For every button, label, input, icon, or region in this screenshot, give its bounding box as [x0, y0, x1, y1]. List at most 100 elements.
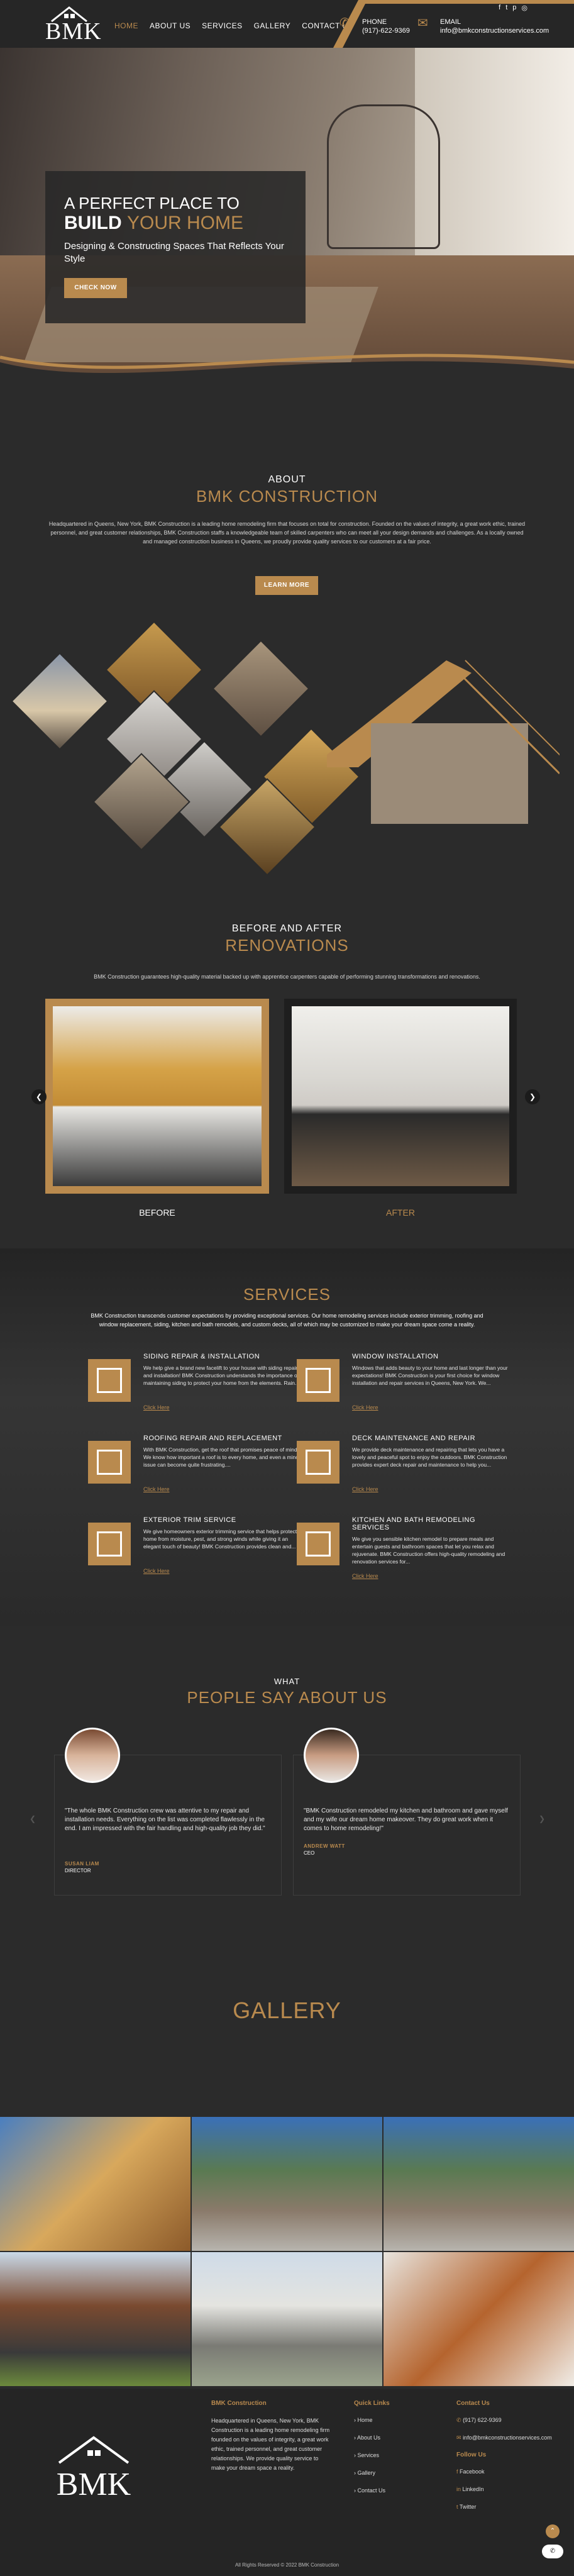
service-title: KITCHEN AND BATH REMODELING SERVICES: [352, 1516, 476, 1531]
footer-logo-text: BMK: [56, 2467, 131, 2502]
gallery-house-image[interactable]: [384, 2117, 574, 2251]
envelope-icon: ✉: [417, 16, 428, 30]
service-text: We give you sensible kitchen remodel to …: [352, 1536, 505, 1565]
hero-line1: A PERFECT PLACE TO: [64, 194, 240, 213]
ba-subtitle: BEFORE AND AFTER: [231, 923, 343, 934]
header-social: f t p ◎: [499, 4, 527, 12]
service-siding: SIDING REPAIR & INSTALLATION We help giv…: [88, 1353, 302, 1422]
testimonials-title: PEOPLE SAY ABOUT US: [187, 1688, 387, 1707]
window-icon: [297, 1359, 339, 1402]
nav-home[interactable]: HOME: [114, 21, 138, 30]
footer-phone[interactable]: ✆ (917) 622-9369: [456, 2416, 563, 2424]
hero-build: BUILD: [64, 213, 122, 233]
footer-linkedin[interactable]: in LinkedIn: [456, 2485, 563, 2493]
footer-email[interactable]: ✉ info@bmkconstructionservices.com: [456, 2434, 563, 2441]
testimonial-name: SUSAN LIAM: [65, 1861, 99, 1867]
house-roof-icon: [58, 2436, 130, 2464]
gallery-wood-samples-image[interactable]: [384, 2252, 574, 2386]
service-text: Windows that adds beauty to your home an…: [352, 1365, 508, 1386]
gallery-house-image[interactable]: [192, 2117, 382, 2251]
learn-more-button[interactable]: LEARN MORE: [255, 576, 318, 595]
gallery-title: GALLERY: [233, 1997, 341, 2023]
avatar: [304, 1728, 359, 1783]
gallery-section: GALLERY: [0, 1943, 574, 2389]
gallery-white-house-image[interactable]: [192, 2252, 382, 2386]
logo-text: BMK: [45, 18, 102, 45]
footer-contact-title: Contact Us: [456, 2400, 490, 2407]
service-link[interactable]: Click Here: [143, 1486, 170, 1492]
gallery-framing-image[interactable]: [0, 2117, 190, 2251]
testimonial-card: "The whole BMK Construction crew was att…: [54, 1728, 282, 1896]
footer-link-gallery[interactable]: › Gallery: [354, 2469, 429, 2477]
testimonial-name: ANDREW WATT: [304, 1843, 345, 1849]
after-slide: [284, 999, 517, 1194]
phone-number: (917)-622-9369: [362, 27, 410, 35]
collage-house-image: [11, 652, 109, 750]
chat-icon[interactable]: ✆: [542, 2545, 563, 2558]
footer-link-contact[interactable]: › Contact Us: [354, 2487, 429, 2494]
service-text: We provide deck maintenance and repairin…: [352, 1446, 507, 1468]
nav-about-us[interactable]: ABOUT US: [150, 21, 190, 30]
testimonial-next-icon[interactable]: ❯: [534, 1811, 549, 1826]
pinterest-icon[interactable]: p: [512, 4, 516, 12]
next-arrow-icon[interactable]: ❯: [525, 1089, 540, 1104]
service-window: WINDOW INSTALLATION Windows that adds be…: [297, 1353, 511, 1422]
trim-icon: [88, 1523, 131, 1565]
collage-house-frame: [327, 660, 560, 824]
service-title: WINDOW INSTALLATION: [352, 1353, 439, 1360]
before-label: BEFORE: [139, 1208, 175, 1218]
service-title: EXTERIOR TRIM SERVICE: [143, 1516, 236, 1524]
about-title: BMK CONSTRUCTION: [196, 487, 378, 506]
fence-icon: [297, 1523, 339, 1565]
services-intro: BMK Construction transcends customer exp…: [91, 1313, 483, 1328]
service-link[interactable]: Click Here: [143, 1404, 170, 1411]
testimonial-quote: "The whole BMK Construction crew was att…: [65, 1807, 265, 1832]
copyright: All Rights Reserved © 2022 BMK Construct…: [235, 2562, 339, 2568]
service-text: With BMK Construction, get the roof that…: [143, 1446, 301, 1468]
testimonial-prev-icon[interactable]: ❮: [25, 1811, 40, 1826]
service-link[interactable]: Click Here: [143, 1568, 170, 1574]
service-title: SIDING REPAIR & INSTALLATION: [143, 1353, 260, 1360]
nav-services[interactable]: SERVICES: [202, 21, 242, 30]
site-footer: BMK BMK Construction Headquartered in Qu…: [0, 2389, 574, 2576]
hero-line2: BUILD YOUR HOME: [64, 213, 243, 234]
service-link[interactable]: Click Here: [352, 1573, 378, 1579]
scroll-top-icon[interactable]: ⌃: [546, 2524, 560, 2538]
nav-gallery[interactable]: GALLERY: [254, 21, 291, 30]
hero-your-home: YOUR HOME: [127, 213, 244, 233]
deck-icon: [297, 1441, 339, 1484]
roof-icon: [88, 1441, 131, 1484]
instagram-icon[interactable]: ◎: [521, 4, 527, 12]
before-slide: [45, 999, 269, 1194]
hero-text-box: A PERFECT PLACE TO BUILD YOUR HOME Desig…: [45, 171, 306, 323]
footer-twitter[interactable]: t Twitter: [456, 2503, 563, 2511]
service-link[interactable]: Click Here: [352, 1486, 378, 1492]
testimonial-card: "BMK Construction remodeled my kitchen a…: [293, 1728, 521, 1896]
avatar: [65, 1728, 120, 1783]
footer-logo[interactable]: BMK: [53, 2433, 135, 2502]
facebook-icon[interactable]: f: [499, 4, 500, 12]
service-deck: DECK MAINTENANCE AND REPAIR We provide d…: [297, 1435, 511, 1504]
prev-arrow-icon[interactable]: ❮: [31, 1089, 47, 1104]
footer-link-services[interactable]: › Services: [354, 2451, 429, 2459]
check-now-button[interactable]: CHECK NOW: [64, 278, 127, 298]
project-collage: [0, 621, 574, 876]
header-phone[interactable]: ✆ PHONE (917)-622-9369: [339, 17, 410, 35]
about-subtitle: ABOUT: [268, 474, 306, 485]
email-address: info@bmkconstructionservices.com: [440, 27, 549, 35]
hero-wave-divider: [0, 353, 574, 394]
before-after-section: BEFORE AND AFTER RENOVATIONS BMK Constru…: [0, 918, 574, 1258]
about-section: ABOUT BMK CONSTRUCTION Headquartered in …: [0, 387, 574, 645]
gallery-modern-house-image[interactable]: [0, 2252, 190, 2386]
testimonial-role: DIRECTOR: [65, 1868, 91, 1874]
footer-link-about[interactable]: › About Us: [354, 2434, 429, 2441]
footer-link-home[interactable]: › Home: [354, 2416, 429, 2424]
header-email[interactable]: ✉ EMAIL info@bmkconstructionservices.com: [417, 16, 549, 35]
twitter-icon: t: [456, 2504, 458, 2510]
footer-facebook[interactable]: f Facebook: [456, 2468, 563, 2475]
service-link[interactable]: Click Here: [352, 1404, 378, 1411]
footer-about-title: BMK Construction: [211, 2400, 267, 2407]
linkedin-icon: in: [456, 2486, 461, 2492]
twitter-icon[interactable]: t: [505, 4, 507, 12]
site-logo[interactable]: BMK: [45, 4, 101, 45]
